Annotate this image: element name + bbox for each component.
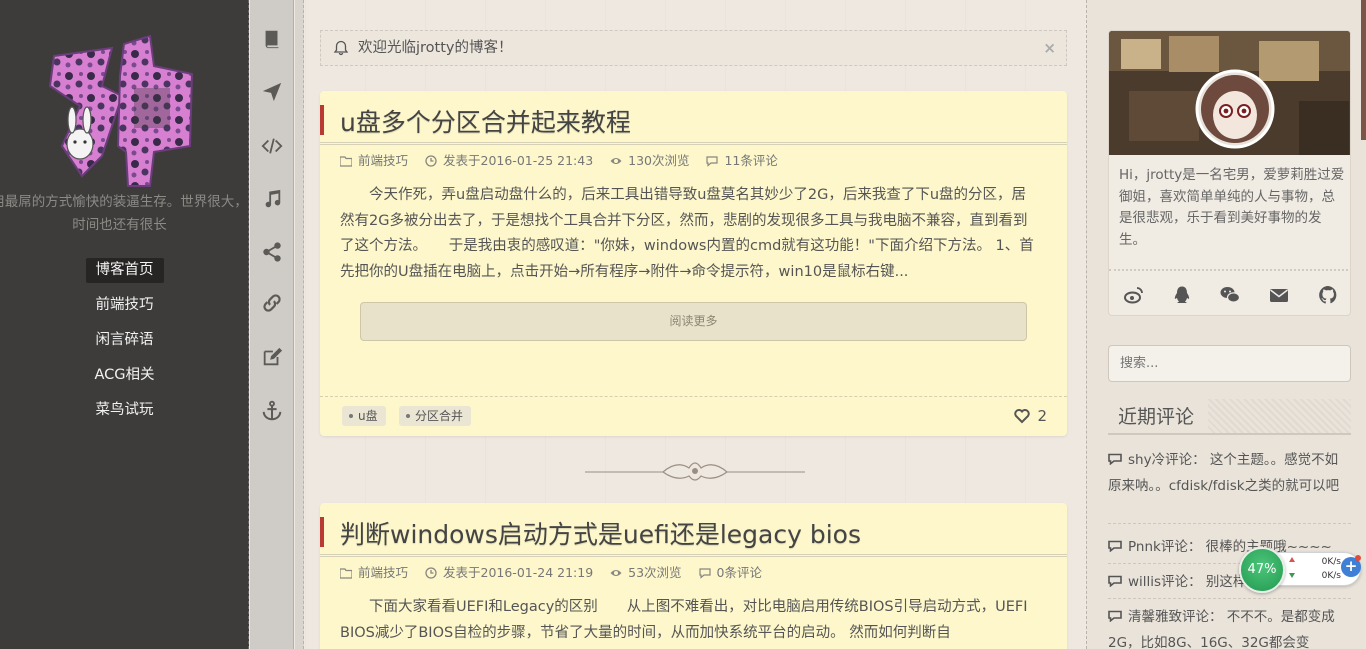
notice-text: 欢迎光临jrotty的博客！ xyxy=(358,40,513,56)
recent-comment-item[interactable]: shy冷评论： 这个主题。。感觉不如原来呐。。cfdisk/fdisk之类的就可… xyxy=(1108,447,1351,524)
post-title[interactable]: u盘多个分区合并起来教程 xyxy=(340,103,631,139)
comment-icon xyxy=(698,568,711,579)
post-excerpt: 今天作死，弄u盘启动盘什么的，后来工具出错导致u盘莫名其妙少了2G，后来我查了下… xyxy=(340,187,1034,280)
paper-plane-icon[interactable] xyxy=(260,80,284,104)
post-category[interactable]: 前端技巧 xyxy=(340,145,408,177)
upload-speed: 0K/s xyxy=(1321,557,1341,567)
profile-bio: Hi，jrotty是一名宅男，爱萝莉胜过爱御姐，喜欢简单单纯的人与事物，总是很悲… xyxy=(1119,167,1345,248)
book-icon[interactable] xyxy=(260,27,284,51)
site-motto: 用最屌的方式愉快的装逼生存。世界很大，时间也还有很长 xyxy=(0,194,248,233)
recent-comment-item[interactable]: 清馨雅致评论： 不不不。是都变成2G，比如8G、16G、32G都会变 xyxy=(1108,604,1351,649)
comment-icon xyxy=(1108,540,1122,553)
post-views: 53次浏览 xyxy=(610,557,682,589)
profile-cover-image xyxy=(1109,31,1350,155)
download-speed: 0K/s xyxy=(1321,571,1341,581)
post-comments[interactable]: 0条评论 xyxy=(698,557,762,589)
ornament-divider xyxy=(585,462,805,481)
github-icon[interactable] xyxy=(1317,285,1339,305)
main-nav: 博客首页 前端技巧 闲言碎语 ACG相关 菜鸟试玩 xyxy=(0,258,248,433)
like-button[interactable]: 2 xyxy=(1014,407,1047,425)
folder-icon xyxy=(340,156,352,167)
bell-icon xyxy=(333,40,349,56)
post-footer: u盘 分区合并 2 xyxy=(320,396,1067,436)
music-icon[interactable] xyxy=(260,187,284,211)
tag-partition-merge[interactable]: 分区合并 xyxy=(399,406,472,426)
share-icon[interactable] xyxy=(260,240,284,264)
notification-dot xyxy=(1355,555,1361,561)
welcome-notice: 欢迎光临jrotty的博客！ × xyxy=(320,30,1067,66)
tag-usb[interactable]: u盘 xyxy=(342,406,386,426)
search-box[interactable] xyxy=(1108,345,1351,382)
network-speed-widget[interactable]: 0K/s 0K/s 47% + xyxy=(1237,545,1363,593)
clock-icon xyxy=(425,155,437,167)
weibo-icon[interactable] xyxy=(1123,285,1145,305)
nav-item-chat[interactable]: 闲言碎语 xyxy=(86,328,164,353)
post-title-row: u盘多个分区合并起来教程 xyxy=(320,91,1067,145)
profile-card: Hi，jrotty是一名宅男，爱萝莉胜过爱御姐，喜欢简单单纯的人与事物，总是很悲… xyxy=(1108,30,1351,316)
comment-icon xyxy=(1108,453,1122,466)
post-card: u盘多个分区合并起来教程 前端技巧 发表于2016-01-25 21:43 13… xyxy=(320,91,1067,436)
comment-icon xyxy=(706,156,719,167)
link-icon[interactable] xyxy=(260,291,284,315)
scrollbar-thumb[interactable] xyxy=(1361,0,1366,140)
post-meta: 前端技巧 发表于2016-01-24 21:19 53次浏览 0条评论 xyxy=(320,557,1067,589)
site-logo[interactable] xyxy=(42,26,198,192)
post-card: 判断windows启动方式是uefi还是legacy bios 前端技巧 发表于… xyxy=(320,503,1067,649)
post-meta: 前端技巧 发表于2016-01-25 21:43 130次浏览 11条评论 xyxy=(320,145,1067,177)
comment-icon xyxy=(1108,610,1122,623)
icon-toolbar xyxy=(250,0,294,649)
folder-icon xyxy=(340,568,352,579)
nav-item-try[interactable]: 菜鸟试玩 xyxy=(86,398,164,423)
post-title-row: 判断windows启动方式是uefi还是legacy bios xyxy=(320,503,1067,557)
wechat-icon[interactable] xyxy=(1219,285,1241,305)
main-content: 欢迎光临jrotty的博客！ × u盘多个分区合并起来教程 前端技巧 发表于20… xyxy=(305,0,1085,649)
nav-item-frontend[interactable]: 前端技巧 xyxy=(86,293,164,318)
post-date: 发表于2016-01-24 21:19 xyxy=(425,557,593,589)
mail-icon[interactable] xyxy=(1268,285,1290,305)
nav-item-acg[interactable]: ACG相关 xyxy=(84,363,164,388)
anchor-icon[interactable] xyxy=(260,399,284,423)
post-excerpt: 下面大家看看UEFI和Legacy的区别 从上图不难看出，对比电脑启用传统BIO… xyxy=(340,599,1028,641)
close-notice-button[interactable]: × xyxy=(1043,31,1056,65)
title-accent-bar xyxy=(320,517,324,547)
post-category[interactable]: 前端技巧 xyxy=(340,557,408,589)
like-count: 2 xyxy=(1037,407,1047,425)
title-accent-bar xyxy=(320,105,324,135)
qq-icon[interactable] xyxy=(1171,285,1193,305)
left-sidebar: 用最屌的方式愉快的装逼生存。世界很大，时间也还有很长 博客首页 前端技巧 闲言碎… xyxy=(0,0,249,649)
clock-icon xyxy=(425,567,437,579)
comment-icon xyxy=(1108,575,1122,588)
code-icon[interactable] xyxy=(260,134,284,158)
eye-icon xyxy=(610,158,622,164)
search-input[interactable] xyxy=(1120,346,1340,381)
social-links xyxy=(1109,269,1350,315)
nav-item-home[interactable]: 博客首页 xyxy=(85,258,164,283)
gap-strip xyxy=(295,0,304,649)
post-comments[interactable]: 11条评论 xyxy=(706,145,778,177)
eye-icon xyxy=(610,570,622,576)
post-date: 发表于2016-01-25 21:43 xyxy=(425,145,593,177)
read-more-button[interactable]: 阅读更多 xyxy=(360,302,1027,341)
recent-comments-title: 近期评论 xyxy=(1108,399,1351,435)
post-title[interactable]: 判断windows启动方式是uefi还是legacy bios xyxy=(340,515,861,551)
post-views: 130次浏览 xyxy=(610,145,689,177)
memory-percent-badge[interactable]: 47% xyxy=(1239,547,1285,593)
edit-icon[interactable] xyxy=(260,345,284,369)
heart-icon xyxy=(1014,409,1031,424)
